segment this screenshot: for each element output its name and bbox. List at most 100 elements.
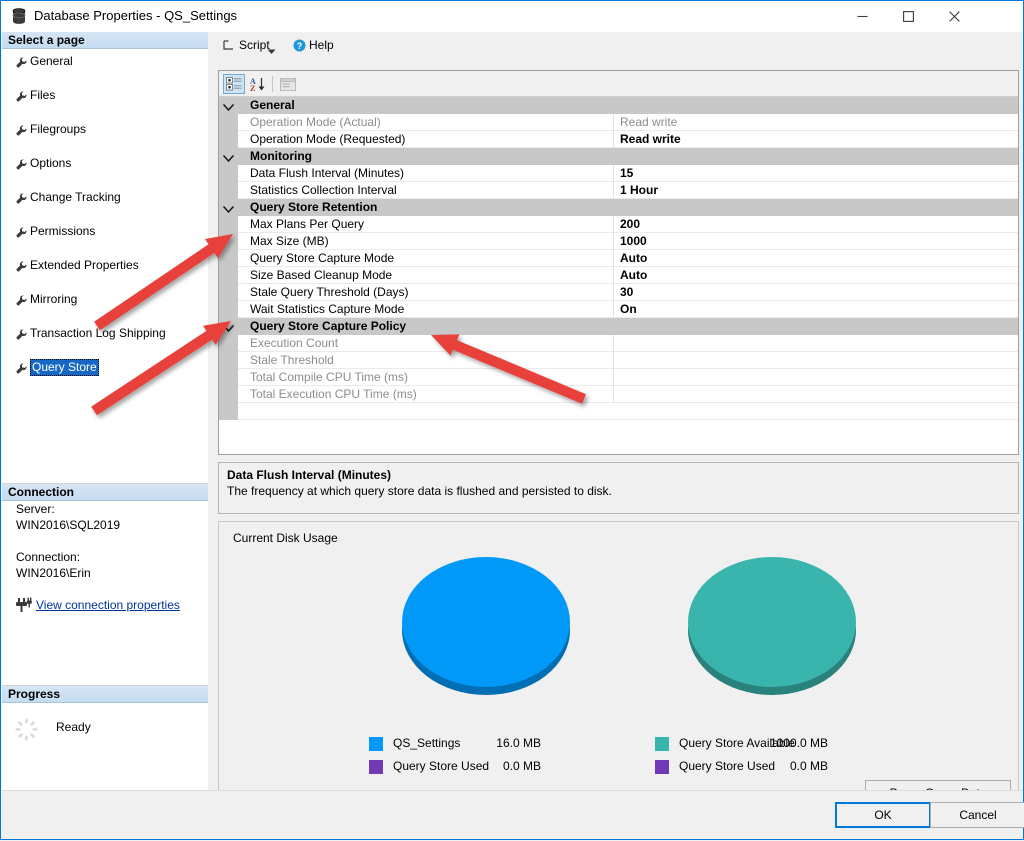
property-row[interactable]: Data Flush Interval (Minutes) 15 — [219, 165, 1018, 182]
server-label: Server: — [16, 502, 55, 516]
wrench-icon — [16, 192, 27, 204]
property-name: Query Store Retention — [250, 200, 378, 214]
property-name: Max Plans Per Query — [250, 217, 365, 231]
property-value[interactable] — [614, 335, 1018, 351]
property-value[interactable]: 200 — [614, 216, 1018, 232]
sidebar-item-permissions[interactable]: Permissions — [2, 223, 208, 240]
property-row[interactable]: Max Size (MB) 1000 — [219, 233, 1018, 250]
property-row[interactable]: Wait Statistics Capture Mode On — [219, 301, 1018, 318]
chevron-down-icon[interactable] — [223, 152, 234, 162]
sidebar-item-general[interactable]: General — [2, 53, 208, 70]
property-value[interactable]: 1000 — [614, 233, 1018, 249]
property-row[interactable]: Execution Count — [219, 335, 1018, 352]
sidebar-item-label: Files — [30, 88, 56, 102]
right-panel: Script ? Help A Z General Operation Mode… — [208, 32, 1023, 805]
wrench-icon — [16, 226, 27, 238]
close-icon[interactable] — [931, 1, 977, 32]
sidebar-item-change-tracking[interactable]: Change Tracking — [2, 189, 208, 206]
pie-disc — [402, 557, 570, 687]
row-gutter — [219, 216, 238, 233]
property-row[interactable]: Statistics Collection Interval 1 Hour — [219, 182, 1018, 199]
sidebar-item-transaction-log-shipping[interactable]: Transaction Log Shipping — [2, 325, 208, 342]
property-value[interactable]: On — [614, 301, 1018, 317]
property-pages-icon — [277, 74, 299, 94]
row-gutter — [219, 250, 238, 267]
property-row[interactable]: Size Based Cleanup Mode Auto — [219, 267, 1018, 284]
property-name: Query Store Capture Mode — [250, 251, 395, 265]
sidebar-item-filegroups[interactable]: Filegroups — [2, 121, 208, 138]
script-button[interactable]: Script — [222, 37, 270, 54]
sort-alphabetical-icon[interactable]: A Z — [247, 74, 269, 94]
categorized-view-icon[interactable] — [223, 74, 245, 94]
minimize-icon[interactable] — [839, 1, 885, 32]
property-row[interactable]: Operation Mode (Requested) Read write — [219, 131, 1018, 148]
sidebar-item-label: Extended Properties — [30, 258, 139, 272]
progress-status: Ready — [56, 720, 91, 734]
ok-button[interactable]: OK — [835, 802, 931, 828]
property-category-row[interactable]: Query Store Capture Policy — [219, 318, 1018, 335]
property-value[interactable] — [614, 369, 1018, 385]
description-text: The frequency at which query store data … — [227, 484, 612, 498]
property-row[interactable]: Total Compile CPU Time (ms) — [219, 369, 1018, 386]
database-properties-dialog: Database Properties - QS_Settings Select… — [0, 0, 1024, 840]
spinner-icon — [15, 718, 38, 741]
legend-swatch — [655, 760, 669, 774]
property-value[interactable] — [614, 386, 1018, 402]
sidebar-item-label: Query Store — [30, 359, 99, 376]
chevron-down-icon[interactable] — [223, 322, 234, 332]
property-row[interactable]: Operation Mode (Actual) Read write — [219, 114, 1018, 131]
property-value[interactable]: Auto — [614, 267, 1018, 283]
progress-header: Progress — [2, 686, 208, 703]
property-value[interactable]: 30 — [614, 284, 1018, 300]
connection-icon — [15, 597, 33, 613]
sidebar-item-files[interactable]: Files — [2, 87, 208, 104]
page-list: General Files Filegroups Options Change Trac… — [2, 53, 208, 376]
database-icon — [11, 8, 27, 25]
chevron-down-icon[interactable] — [267, 44, 276, 58]
legend-label: Query Store Used — [679, 759, 776, 773]
row-gutter — [219, 352, 238, 369]
property-category-row[interactable]: Query Store Retention — [219, 199, 1018, 216]
sidebar-item-query-store[interactable]: Query Store — [2, 359, 208, 376]
property-row[interactable]: Stale Query Threshold (Days) 30 — [219, 284, 1018, 301]
property-value[interactable]: Read write — [614, 114, 1018, 130]
cancel-button[interactable]: Cancel — [930, 802, 1024, 828]
property-category-row[interactable]: Monitoring — [219, 148, 1018, 165]
property-name: General — [250, 98, 295, 112]
wrench-icon — [16, 124, 27, 136]
property-name: Data Flush Interval (Minutes) — [250, 166, 405, 180]
legend-label: Query Store Used — [393, 759, 490, 773]
property-value[interactable]: 1 Hour — [614, 182, 1018, 198]
sidebar-item-label: Filegroups — [30, 122, 87, 136]
left-panel: Select a page General Files Filegroups Opti… — [2, 32, 208, 790]
query-store-disk-usage-chart — [688, 557, 856, 695]
property-row[interactable]: Query Store Capture Mode Auto — [219, 250, 1018, 267]
property-name: Query Store Capture Policy — [250, 319, 407, 333]
property-value[interactable]: Auto — [614, 250, 1018, 266]
property-row[interactable]: Stale Threshold — [219, 352, 1018, 369]
dialog-footer: OK Cancel — [2, 790, 1024, 839]
property-row[interactable]: Max Plans Per Query 200 — [219, 216, 1018, 233]
sidebar-item-extended-properties[interactable]: Extended Properties — [2, 257, 208, 274]
sidebar-item-mirroring[interactable]: Mirroring — [2, 291, 208, 308]
property-name: Size Based Cleanup Mode — [250, 268, 393, 282]
sidebar-item-options[interactable]: Options — [2, 155, 208, 172]
pie-disc — [688, 557, 856, 687]
svg-text:Z: Z — [250, 84, 255, 92]
property-grid: A Z General Operation Mode (Actual) Read… — [218, 70, 1019, 455]
current-disk-usage-title: Current Disk Usage — [233, 531, 338, 545]
property-value[interactable]: Read write — [614, 131, 1018, 147]
property-value[interactable]: 15 — [614, 165, 1018, 181]
property-category-row[interactable]: General — [219, 97, 1018, 114]
view-connection-properties-link[interactable]: View connection properties — [36, 598, 180, 612]
chevron-down-icon[interactable] — [223, 101, 234, 111]
help-button[interactable]: Help — [293, 37, 334, 54]
sidebar-item-label: General — [30, 54, 73, 68]
property-name: Total Execution CPU Time (ms) — [250, 387, 417, 401]
maximize-icon[interactable] — [885, 1, 931, 32]
property-row[interactable]: Total Execution CPU Time (ms) — [219, 386, 1018, 403]
current-disk-usage-group: Current Disk Usage QS_Settings 16.0 MB Que… — [218, 521, 1019, 805]
property-value[interactable] — [614, 352, 1018, 368]
wrench-icon — [16, 90, 27, 102]
chevron-down-icon[interactable] — [223, 203, 234, 213]
